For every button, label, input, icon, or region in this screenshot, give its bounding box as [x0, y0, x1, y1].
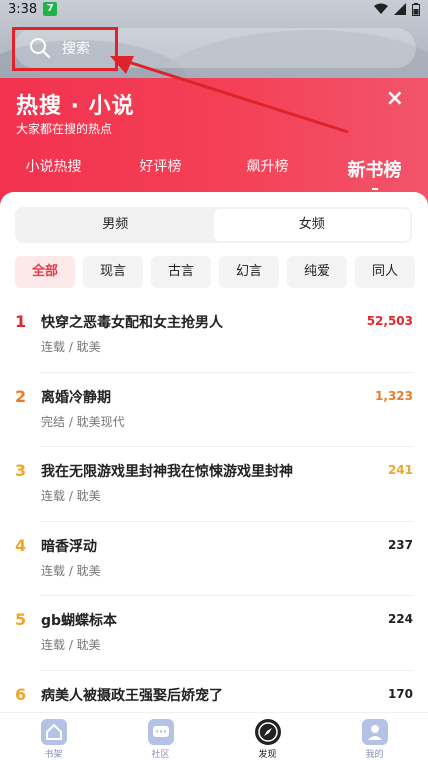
nav-label: 发现 — [258, 750, 277, 760]
nav-community[interactable]: 社区 — [107, 713, 214, 764]
annotation-arrow — [110, 56, 349, 134]
nav-label: 我的 — [365, 750, 384, 760]
book-title: 我在无限游戏里封神我在惊悚游戏里封神 — [41, 464, 293, 480]
rank-number: 2 — [15, 386, 27, 406]
nav-label: 社区 — [151, 750, 170, 760]
status-icons — [374, 2, 420, 16]
book-meta: 连载 / 耽美 — [41, 489, 101, 503]
nav-discover[interactable]: 发现 — [214, 713, 321, 764]
book-meta: 连载 / 耽美 — [41, 340, 101, 354]
book-title: 病美人被摄政王强娶后娇宠了 — [41, 687, 223, 704]
ranking-row[interactable]: 1 快穿之恶毒女配和女主抢男人 连载 / 耽美 52,503 — [0, 298, 428, 373]
hot-score: 241 — [387, 463, 413, 477]
hot-score: 1,323 — [375, 388, 413, 403]
nav-profile[interactable]: 我的 — [321, 713, 428, 764]
gender-option-male[interactable]: 男频 — [17, 209, 214, 241]
chip-pure-love[interactable]: 纯爱 — [287, 256, 347, 288]
bookshelf-icon — [40, 719, 67, 745]
book-meta: 连载 / 耽美 — [41, 563, 101, 578]
rank-number: 5 — [15, 610, 27, 629]
book-title: 暗香浮动 — [41, 538, 97, 555]
ranking-tabs: 小说热搜 好评榜 飙升榜 新书榜 — [0, 156, 428, 190]
tab-label: 新书榜 — [347, 160, 402, 181]
hot-score: 237 — [387, 537, 413, 552]
profile-icon — [361, 719, 388, 745]
book-meta: 完结 / 耽美现代 — [41, 414, 125, 429]
battery-icon — [412, 2, 420, 16]
nav-label: 书架 — [44, 750, 63, 760]
hot-score: 170 — [387, 686, 413, 701]
tab-novel-hot[interactable]: 小说热搜 — [0, 156, 107, 190]
chip-ancient[interactable]: 古言 — [151, 256, 211, 288]
tab-label: 飙升榜 — [246, 159, 289, 175]
status-time: 3:38 — [8, 1, 38, 17]
bottom-navigation: 书架 社区 发现 我的 — [0, 712, 428, 764]
book-meta: 连载 / 耽美 — [41, 638, 101, 652]
book-title: 离婚冷静期 — [41, 389, 111, 406]
rank-number: 3 — [15, 461, 27, 480]
community-icon — [147, 719, 174, 745]
status-bar: 3:38 7 — [0, 0, 428, 18]
gender-segmented-control: 男频 女频 — [15, 207, 412, 243]
rank-number: 6 — [15, 684, 27, 704]
tab-label: 好评榜 — [139, 159, 182, 175]
ranking-row[interactable]: 3 我在无限游戏里封神我在惊悚游戏里封神 连载 / 耽美 241 — [0, 447, 428, 522]
wifi-icon — [374, 3, 388, 14]
ranking-row[interactable]: 4 暗香浮动 连载 / 耽美 237 — [0, 522, 428, 596]
signal-icon — [394, 3, 406, 15]
tab-good-review[interactable]: 好评榜 — [107, 156, 214, 190]
tab-rising[interactable]: 飙升榜 — [214, 156, 321, 190]
hot-score: 52,503 — [366, 314, 413, 328]
nav-bookshelf[interactable]: 书架 — [0, 713, 107, 764]
book-title: gb蝴蝶标本 — [41, 613, 118, 629]
chip-fantasy[interactable]: 幻言 — [219, 256, 279, 288]
gender-option-female[interactable]: 女频 — [213, 209, 410, 241]
category-chips: 全部 现言 古言 幻言 纯爱 同人 — [15, 256, 428, 288]
chip-fanfic[interactable]: 同人 — [355, 256, 415, 288]
chip-modern[interactable]: 现言 — [83, 256, 143, 288]
ranking-row[interactable]: 2 离婚冷静期 完结 / 耽美现代 1,323 — [0, 373, 428, 447]
tab-label: 小说热搜 — [25, 159, 82, 175]
notification-app-icon: 7 — [43, 2, 58, 16]
chip-all[interactable]: 全部 — [15, 256, 75, 288]
banner-subtitle: 大家都在搜的热点 — [16, 122, 113, 136]
content-card: 男频 女频 全部 现言 古言 幻言 纯爱 同人 1 快穿之恶毒女配和女主抢男人 … — [0, 192, 428, 712]
rank-number: 4 — [15, 535, 27, 555]
ranking-row[interactable]: 5 gb蝴蝶标本 连载 / 耽美 224 — [0, 596, 428, 671]
tab-new-books[interactable]: 新书榜 — [321, 156, 428, 190]
discover-icon — [254, 719, 281, 745]
rank-number: 1 — [15, 312, 27, 331]
ranking-list: 1 快穿之恶毒女配和女主抢男人 连载 / 耽美 52,503 2 离婚冷静期 完… — [0, 298, 428, 745]
book-title: 快穿之恶毒女配和女主抢男人 — [41, 315, 223, 331]
close-icon[interactable]: × — [386, 86, 404, 111]
hot-score: 224 — [387, 612, 413, 626]
active-tab-indicator — [371, 188, 378, 190]
